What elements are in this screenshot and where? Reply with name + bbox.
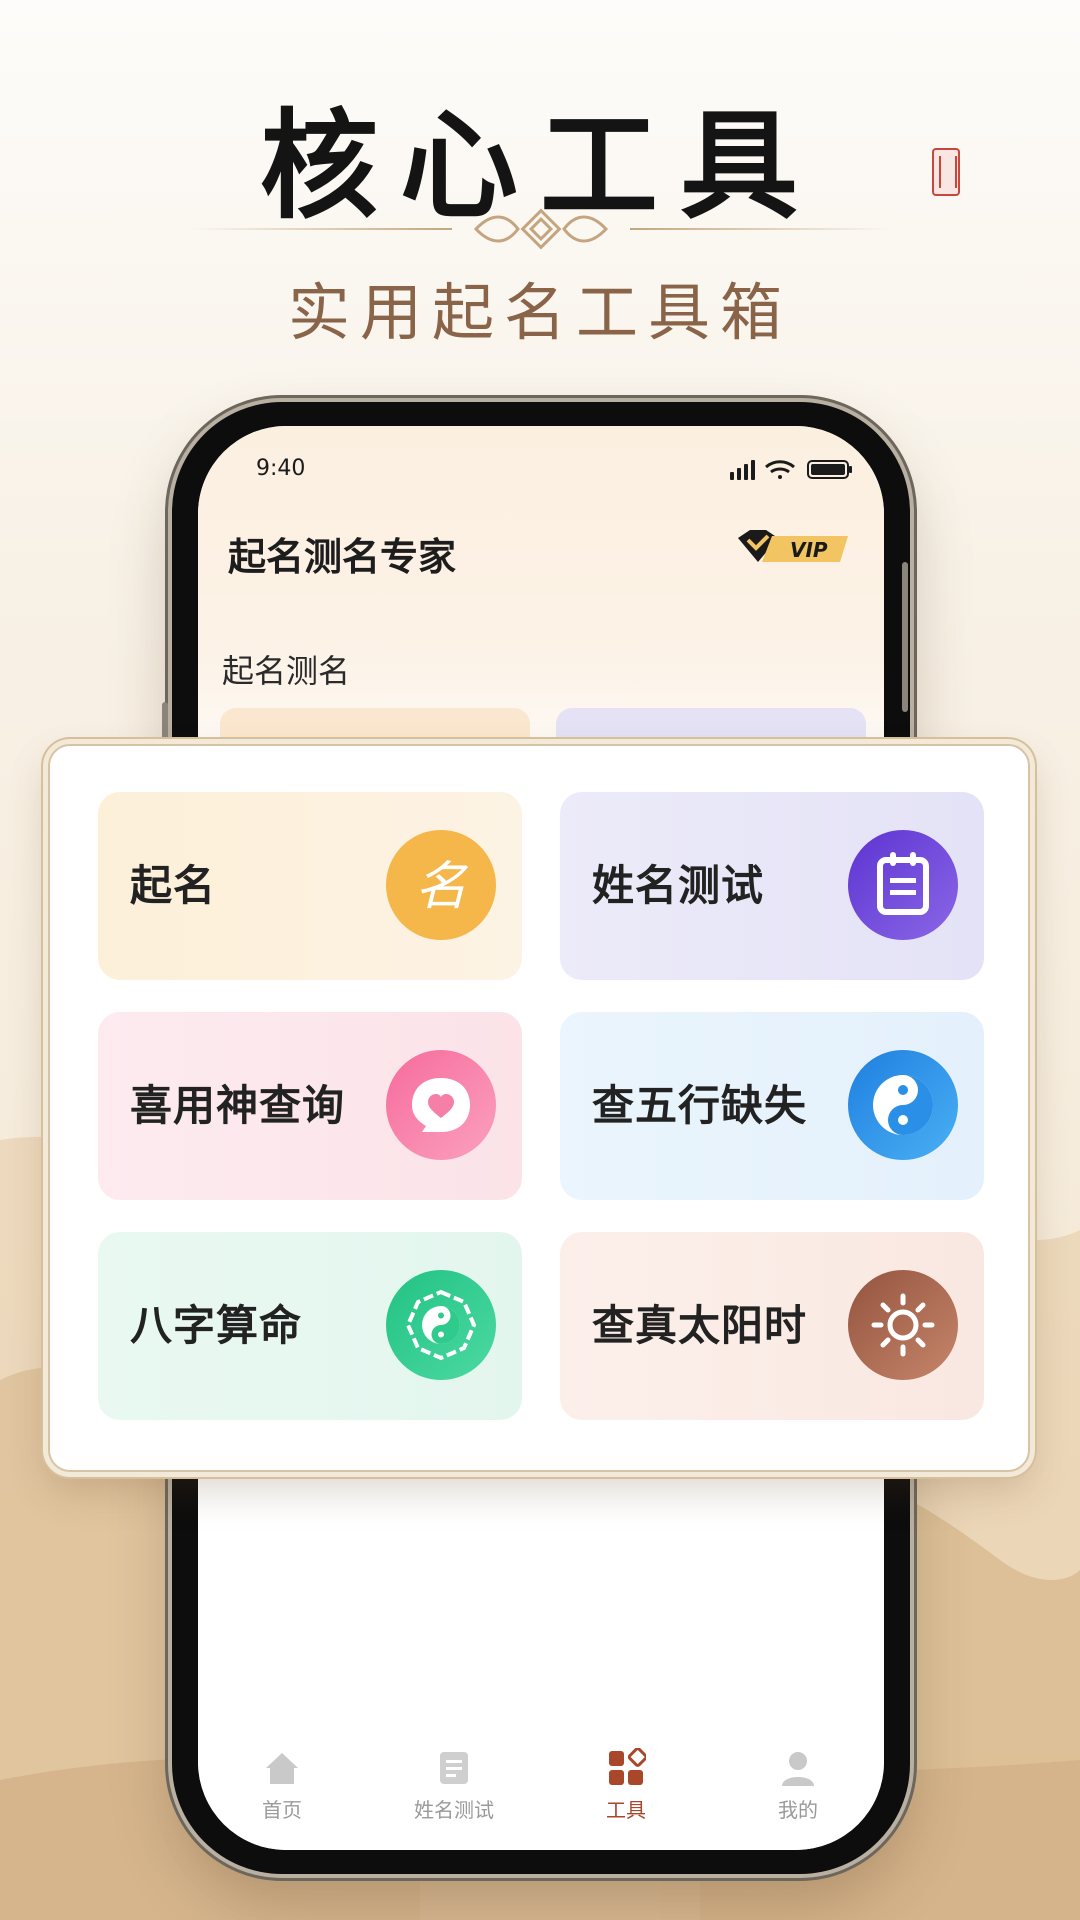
status-icons: [730, 460, 852, 480]
name-char-icon: 名: [386, 830, 496, 940]
wifi-icon: [765, 460, 795, 479]
app-title: 起名测名专家: [228, 534, 457, 579]
divider-left: [190, 228, 452, 230]
home-icon: [266, 1753, 298, 1784]
seal-stamp-icon: [932, 148, 960, 196]
tool-card-bazi[interactable]: 八字算命: [98, 1232, 522, 1420]
bottom-tab-bar: 首页 姓名测试 工具 我的: [198, 1746, 884, 1850]
tab-name-test[interactable]: 姓名测试: [384, 1748, 524, 1823]
tool-card-wuxing[interactable]: 查五行缺失: [560, 1012, 984, 1200]
tool-card-label: 起名: [130, 861, 217, 910]
tool-card-xiyongshen[interactable]: 喜用神查询: [98, 1012, 522, 1200]
section-title: 起名测名: [222, 652, 351, 690]
tool-card-label: 喜用神查询: [130, 1081, 346, 1130]
tab-label: 姓名测试: [414, 1798, 494, 1822]
phone-side-button: [902, 562, 908, 712]
tool-card-label: 查真太阳时: [592, 1301, 808, 1350]
signal-icon: [730, 460, 755, 480]
profile-icon: [782, 1752, 814, 1786]
tab-tools[interactable]: 工具: [556, 1748, 696, 1823]
divider-right: [630, 228, 892, 230]
calendar-icon: [848, 830, 958, 940]
tools-panel: 起名 名 姓名测试 喜用神查询 查五行缺失 八字算命 查真太阳时: [48, 744, 1030, 1472]
yin-yang-icon: [848, 1050, 958, 1160]
heart-chat-icon: [386, 1050, 496, 1160]
vip-label: VIP: [790, 538, 828, 562]
tab-label: 工具: [606, 1798, 646, 1822]
hero-subtitle: 实用起名工具箱: [287, 276, 792, 349]
tool-card-naming[interactable]: 起名 名: [98, 792, 522, 980]
svg-text:名: 名: [415, 857, 469, 917]
tab-home[interactable]: 首页: [212, 1748, 352, 1823]
sun-icon: [848, 1270, 958, 1380]
name-test-icon: [440, 1752, 468, 1784]
bagua-icon: [386, 1270, 496, 1380]
tab-label: 我的: [778, 1798, 818, 1822]
vip-badge[interactable]: VIP: [732, 526, 852, 568]
tool-card-label: 姓名测试: [592, 861, 765, 910]
tab-profile[interactable]: 我的: [728, 1748, 868, 1823]
status-time: 9:40: [256, 456, 306, 481]
chinese-knot-ornament-icon: [473, 208, 609, 250]
tools-icon: [609, 1748, 646, 1785]
battery-icon: [807, 460, 852, 479]
tool-card-solar-time[interactable]: 查真太阳时: [560, 1232, 984, 1420]
tab-label: 首页: [262, 1798, 302, 1822]
tool-card-name-test[interactable]: 姓名测试: [560, 792, 984, 980]
tool-card-label: 查五行缺失: [592, 1081, 808, 1130]
tool-card-label: 八字算命: [130, 1301, 303, 1350]
